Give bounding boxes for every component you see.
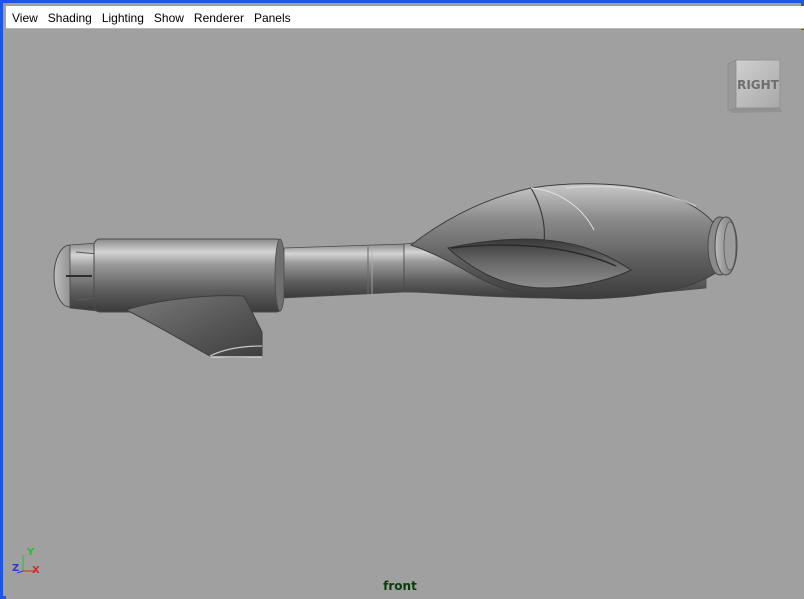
panel-menubar: View Shading Lighting Show Renderer Pane… <box>6 6 804 29</box>
menu-renderer[interactable]: Renderer <box>190 9 248 26</box>
scene-view <box>53 183 738 358</box>
3d-viewport[interactable]: RIGHT Y Z X front <box>6 30 804 599</box>
menu-show[interactable]: Show <box>150 9 188 26</box>
z-axis-label: Z <box>12 563 19 574</box>
model-fin[interactable] <box>124 295 263 358</box>
menu-lighting[interactable]: Lighting <box>98 9 148 26</box>
menu-shading[interactable]: Shading <box>44 9 96 26</box>
model-fuselage[interactable] <box>53 183 738 313</box>
viewcube-face-label: RIGHT <box>737 78 780 92</box>
y-axis-label: Y <box>26 547 35 558</box>
menu-panels[interactable]: Panels <box>250 9 295 26</box>
camera-name-label: front <box>383 579 417 593</box>
x-axis-label: X <box>32 565 40 576</box>
menu-view[interactable]: View <box>8 9 42 26</box>
viewcube-widget[interactable]: RIGHT <box>724 58 784 114</box>
viewport-panel-frame: View Shading Lighting Show Renderer Pane… <box>0 0 804 599</box>
axis-gizmo: Y Z X <box>12 547 40 576</box>
